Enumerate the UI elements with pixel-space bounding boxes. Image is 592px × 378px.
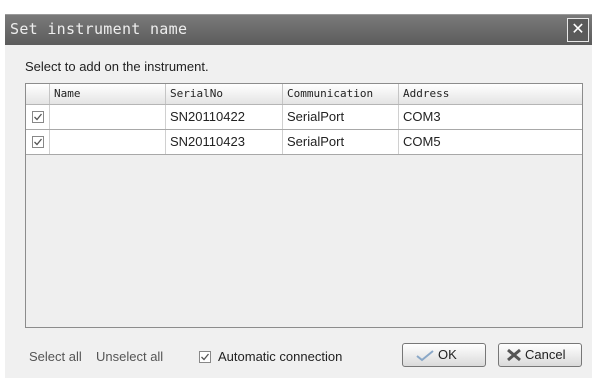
cell-address[interactable]: COM5: [399, 130, 582, 154]
column-header-communication[interactable]: Communication: [283, 84, 399, 104]
unselect-all-link[interactable]: Unselect all: [96, 349, 163, 364]
ok-button-label: OK: [438, 347, 457, 362]
checkmark-icon: [34, 113, 43, 121]
cross-icon: [507, 348, 521, 362]
auto-connection-checkbox[interactable]: [199, 351, 211, 363]
cell-name[interactable]: [50, 105, 166, 129]
cell-serialno[interactable]: SN20110423: [166, 130, 283, 154]
checkmark-icon: [34, 138, 43, 146]
cell-serialno[interactable]: SN20110422: [166, 105, 283, 129]
row-check-cell[interactable]: [26, 130, 50, 154]
cell-address[interactable]: COM3: [399, 105, 582, 129]
cancel-button[interactable]: Cancel: [498, 343, 582, 367]
select-all-link[interactable]: Select all: [29, 349, 82, 364]
instrument-grid[interactable]: Name SerialNo Communication Address SN20…: [25, 83, 583, 328]
instruction-text: Select to add on the instrument.: [25, 59, 209, 74]
column-header-name[interactable]: Name: [50, 84, 166, 104]
row-check-cell[interactable]: [26, 105, 50, 129]
table-row[interactable]: SN20110423 SerialPort COM5: [26, 130, 582, 155]
cancel-button-label: Cancel: [525, 347, 566, 362]
header-check-column: [26, 84, 50, 104]
row-checkbox[interactable]: [32, 111, 44, 123]
auto-connection-label[interactable]: Automatic connection: [218, 349, 342, 364]
close-icon: ✕: [571, 21, 585, 38]
grid-header: Name SerialNo Communication Address: [26, 84, 582, 105]
cell-communication[interactable]: SerialPort: [283, 130, 399, 154]
checkmark-icon: [201, 353, 210, 361]
column-header-serialno[interactable]: SerialNo: [166, 84, 283, 104]
checkmark-icon: [416, 350, 434, 362]
close-button[interactable]: ✕: [567, 18, 589, 42]
column-header-address[interactable]: Address: [399, 84, 582, 104]
table-row[interactable]: SN20110422 SerialPort COM3: [26, 105, 582, 130]
title-bar[interactable]: Set instrument name ✕: [5, 14, 592, 45]
ok-button[interactable]: OK: [402, 343, 486, 367]
dialog-window: Set instrument name ✕ Select to add on t…: [0, 0, 592, 378]
cell-communication[interactable]: SerialPort: [283, 105, 399, 129]
window-title: Set instrument name: [10, 20, 188, 38]
row-checkbox[interactable]: [32, 136, 44, 148]
cell-name[interactable]: [50, 130, 166, 154]
